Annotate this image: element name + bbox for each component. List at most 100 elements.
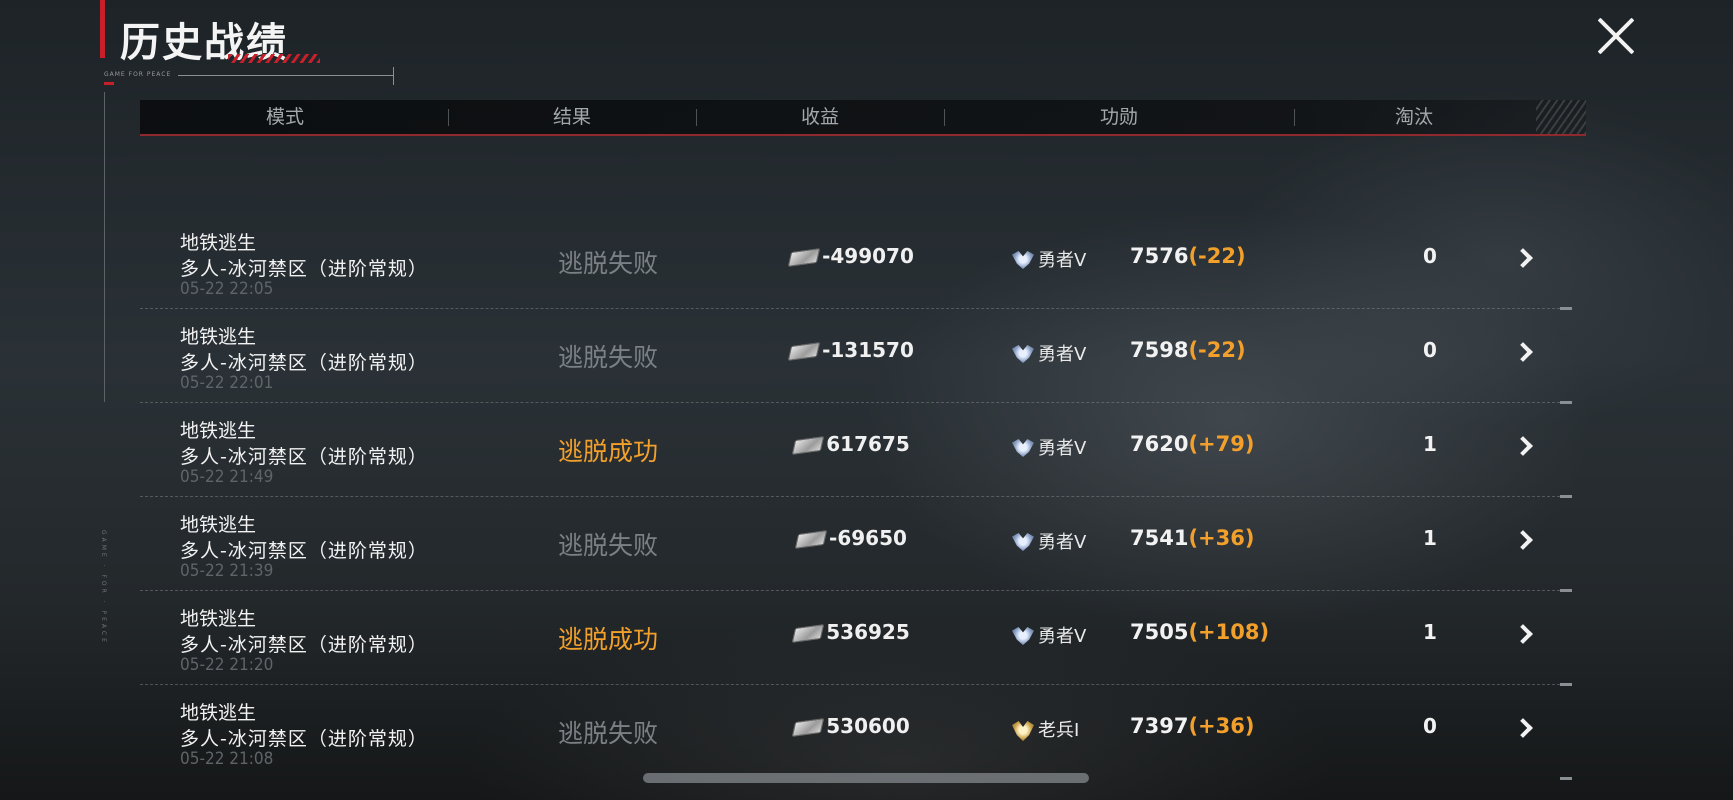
record-row[interactable]: 地铁逃生多人-冰河禁区（进阶常规） 05-22 21:49 逃脱成功 617675 勇者… <box>140 402 1572 498</box>
record-row[interactable]: 地铁逃生多人-冰河禁区（进阶常规） 05-22 21:20 逃脱成功 536925 勇者… <box>140 590 1572 686</box>
silver-rank-icon <box>1010 531 1036 555</box>
chevron-right-icon[interactable] <box>1513 436 1533 456</box>
merit-score: 7541 <box>1130 526 1189 550</box>
header-deco-text: GAME FOR PEACE <box>104 71 172 78</box>
record-row[interactable]: 地铁逃生 多人-冰河禁区（进阶常规） 05-22 21:39 逃脱失败 -69650 勇者… <box>140 496 1572 592</box>
mode-name: 地铁逃生 <box>180 608 257 630</box>
match-result: 逃脱成功 <box>557 437 658 466</box>
column-header-merit: 功勋 <box>1099 106 1138 128</box>
merit-delta: (-22) <box>1188 338 1246 362</box>
match-result: 逃脱失败 <box>557 343 658 372</box>
header-deco-tick <box>393 67 394 85</box>
mode-name: 地铁逃生 <box>180 702 257 724</box>
history-record-screen: 历史战绩 GAME FOR PEACE GAME · FOR · PEACE 模… <box>0 0 1733 800</box>
chevron-right-icon[interactable] <box>1513 248 1533 268</box>
cash-icon <box>787 248 821 267</box>
gold-rank-icon <box>1010 719 1036 743</box>
income-amount: -69650 <box>829 526 907 550</box>
title-stripes-decoration <box>228 54 320 63</box>
rank-display: 勇者Ⅴ <box>1010 340 1086 367</box>
rank-name: 老兵Ⅰ <box>1038 720 1080 741</box>
rank-name: 勇者Ⅴ <box>1038 344 1087 365</box>
rank-display: 勇者Ⅴ <box>1010 622 1086 649</box>
side-deco-line <box>104 92 105 402</box>
match-result: 逃脱成功 <box>557 625 658 654</box>
merit-value: 7598(-22) <box>1130 338 1246 362</box>
silver-rank-icon <box>1010 437 1036 461</box>
eliminations-count: 0 <box>1423 244 1437 268</box>
merit-score: 7576 <box>1130 244 1189 268</box>
cash-icon <box>792 436 825 455</box>
map-name: 多人-冰河禁区（进阶常规） <box>180 728 428 750</box>
rank-name: 勇者Ⅴ <box>1038 532 1087 553</box>
header-deco-line <box>178 75 394 76</box>
rank-name: 勇者Ⅴ <box>1038 438 1087 459</box>
cash-icon <box>787 342 821 361</box>
income-value: 617675 <box>752 432 952 456</box>
column-header-result: 结果 <box>552 106 591 128</box>
column-header-eliminations: 淘汰 <box>1394 106 1433 128</box>
horizontal-scrollbar[interactable] <box>643 773 1089 783</box>
match-time: 05-22 21:49 <box>180 467 274 487</box>
rank-name: 勇者Ⅴ <box>1038 626 1087 647</box>
cash-icon <box>792 624 825 643</box>
income-amount: 536925 <box>826 620 910 644</box>
income-amount: 530600 <box>826 714 910 738</box>
merit-score: 7505 <box>1130 620 1189 644</box>
merit-value: 7397(+36) <box>1130 714 1254 738</box>
merit-value: 7541(+36) <box>1130 526 1254 550</box>
match-time: 05-22 22:01 <box>180 373 274 393</box>
cash-icon <box>794 530 828 549</box>
income-amount: 617675 <box>826 432 910 456</box>
eliminations-count: 0 <box>1423 714 1437 738</box>
rank-display: 勇者Ⅴ <box>1010 434 1086 461</box>
merit-score: 7397 <box>1130 714 1189 738</box>
merit-delta: (+79) <box>1188 432 1255 456</box>
eliminations-count: 1 <box>1423 432 1437 456</box>
income-value: 536925 <box>752 620 952 644</box>
match-time: 05-22 21:20 <box>180 655 274 675</box>
income-amount: -499070 <box>822 244 914 268</box>
row-end-mark <box>1560 777 1572 780</box>
silver-rank-icon <box>1010 249 1036 273</box>
header-deco-red <box>104 82 114 85</box>
column-header-mode: 模式 <box>265 106 304 128</box>
chevron-right-icon[interactable] <box>1513 718 1533 738</box>
match-result: 逃脱失败 <box>557 249 658 278</box>
income-value: 530600 <box>752 714 952 738</box>
close-icon[interactable] <box>1590 10 1642 62</box>
map-name: 多人-冰河禁区（进阶常规） <box>180 446 428 468</box>
chevron-right-icon[interactable] <box>1513 342 1533 362</box>
merit-delta: (+36) <box>1188 526 1255 550</box>
mode-name: 地铁逃生 <box>180 420 257 442</box>
merit-delta: (+108) <box>1188 620 1270 644</box>
mode-name: 地铁逃生 <box>180 326 257 348</box>
merit-delta: (-22) <box>1188 244 1246 268</box>
merit-score: 7598 <box>1130 338 1189 362</box>
merit-value: 7505(+108) <box>1130 620 1269 644</box>
record-row[interactable]: 地铁逃生多人-冰河禁区（进阶常规） 05-22 22:01 逃脱失败 -131570 勇… <box>140 308 1572 404</box>
header-stripes-decoration <box>1536 100 1586 134</box>
chevron-right-icon[interactable] <box>1513 624 1533 644</box>
income-value: -69650 <box>752 526 952 550</box>
map-name: 多人-冰河禁区（进阶常规） <box>180 352 428 374</box>
match-time: 05-22 21:08 <box>180 749 274 769</box>
income-value: -499070 <box>752 244 952 268</box>
mode-name: 地铁逃生 <box>180 514 257 536</box>
table-header: 模式 结果 收益 功勋 淘汰 <box>140 100 1586 136</box>
side-vertical-text: GAME · FOR · PEACE <box>100 530 107 645</box>
map-name: 多人-冰河禁区（进阶常规） <box>180 634 428 656</box>
rank-display: 老兵Ⅰ <box>1010 716 1079 743</box>
eliminations-count: 1 <box>1423 526 1437 550</box>
eliminations-count: 1 <box>1423 620 1437 644</box>
match-time: 05-22 22:05 <box>180 279 274 299</box>
chevron-right-icon[interactable] <box>1513 530 1533 550</box>
income-amount: -131570 <box>822 338 914 362</box>
rank-display: 勇者Ⅴ <box>1010 528 1086 555</box>
map-name: 多人-冰河禁区（进阶常规） <box>180 540 428 562</box>
match-result: 逃脱失败 <box>557 531 658 560</box>
silver-rank-icon <box>1010 343 1036 367</box>
record-row[interactable]: 地铁逃生 多人-冰河禁区（进阶常规） 05-22 22:05 逃脱失败 -499070 勇… <box>140 214 1572 310</box>
silver-rank-icon <box>1010 625 1036 649</box>
record-row[interactable]: 地铁逃生 多人-冰河禁区（进阶常规） 05-22 21:08 逃脱失败 530600 老兵… <box>140 684 1572 780</box>
